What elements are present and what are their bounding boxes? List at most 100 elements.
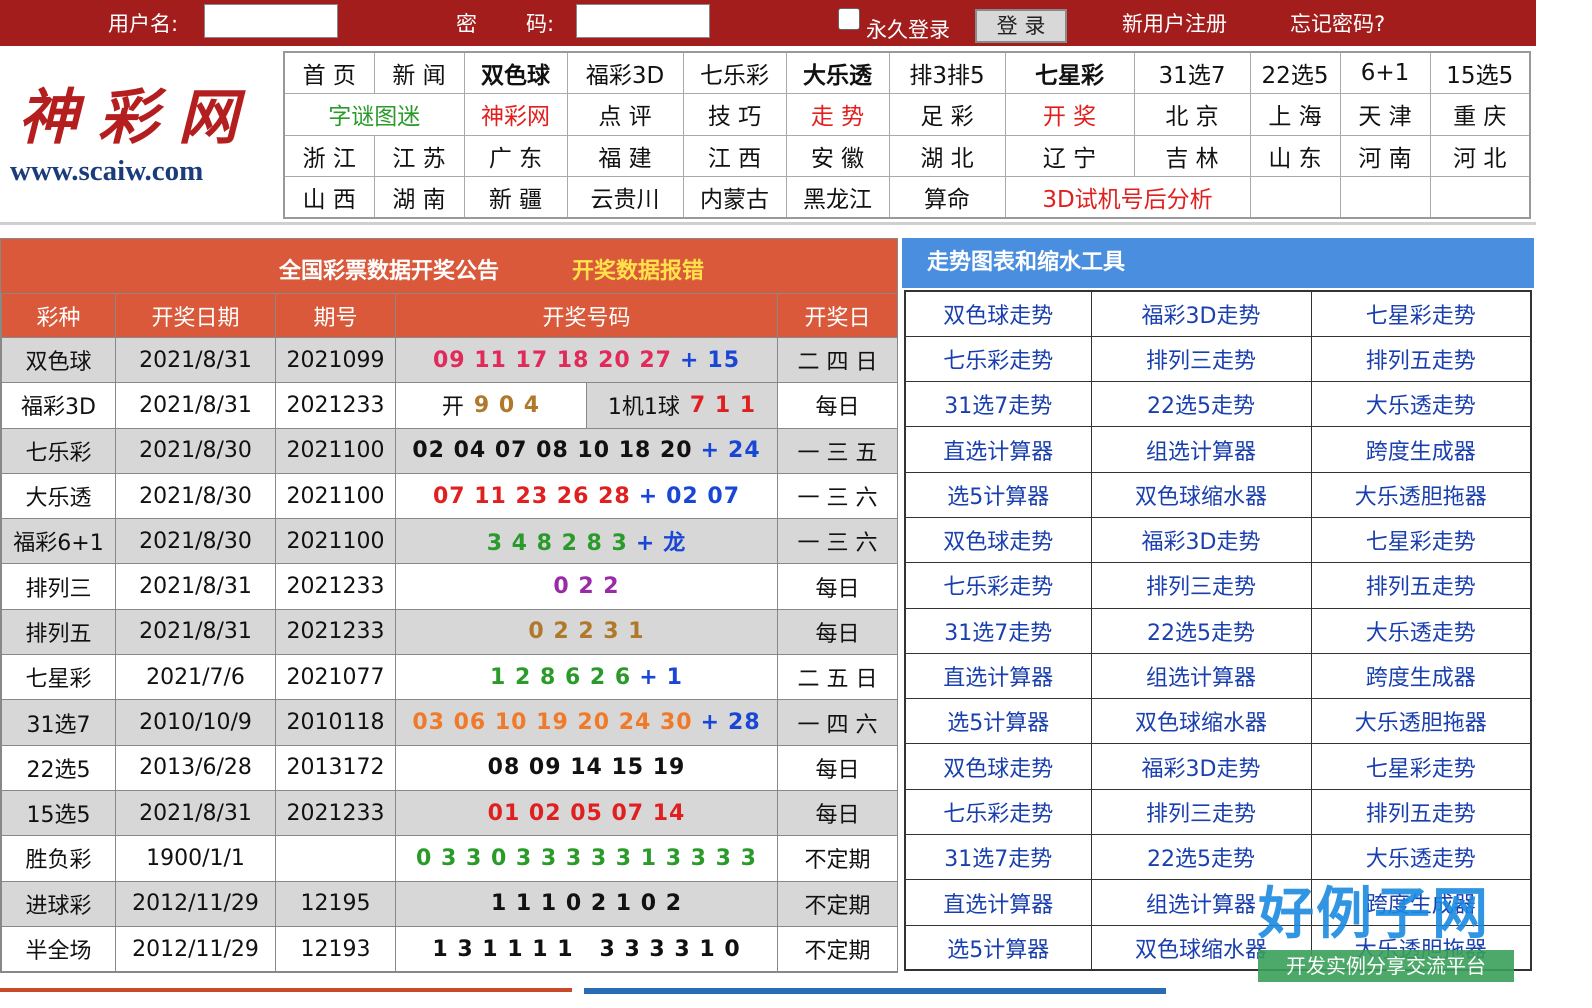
lottery-name[interactable]: 排列五 — [1, 608, 116, 656]
nav-link[interactable]: 云贵川 — [566, 176, 684, 219]
nav-link[interactable]: 技 巧 — [682, 93, 787, 136]
tool-link[interactable]: 直选计算器 — [904, 426, 1092, 473]
tool-link[interactable]: 22选5走势 — [1090, 607, 1312, 654]
tool-link[interactable]: 跨度生成器 — [1310, 426, 1532, 473]
tool-link[interactable]: 22选5走势 — [1090, 834, 1312, 881]
lottery-name[interactable]: 大乐透 — [1, 472, 116, 520]
tool-link[interactable]: 双色球走势 — [904, 290, 1092, 337]
tool-link[interactable]: 大乐透走势 — [1310, 607, 1532, 654]
nav-link[interactable]: 点 评 — [566, 93, 684, 136]
nav-link[interactable]: 湖 南 — [373, 176, 465, 219]
tool-link[interactable]: 七星彩走势 — [1310, 290, 1532, 337]
password-input[interactable] — [576, 4, 710, 38]
tool-link[interactable]: 七乐彩走势 — [904, 335, 1092, 383]
tool-link[interactable]: 排列五走势 — [1310, 562, 1532, 609]
tool-link[interactable]: 22选5走势 — [1090, 381, 1312, 428]
nav-link[interactable]: 广 东 — [463, 134, 568, 177]
nav-link[interactable]: 山 西 — [283, 176, 375, 219]
tool-link[interactable]: 大乐透走势 — [1310, 834, 1532, 881]
tool-link[interactable]: 双色球走势 — [904, 743, 1092, 790]
nav-link[interactable]: 福彩3D — [566, 51, 684, 94]
lottery-name[interactable]: 福彩3D — [1, 382, 116, 429]
nav-link[interactable]: 大乐透 — [785, 51, 890, 94]
tool-link[interactable]: 直选计算器 — [904, 879, 1092, 926]
nav-link[interactable]: 排3排5 — [888, 51, 1006, 94]
tool-link[interactable]: 选5计算器 — [904, 471, 1092, 518]
lottery-name[interactable]: 进球彩 — [1, 880, 116, 927]
nav-link[interactable]: 22选5 — [1249, 51, 1341, 94]
forgot-password-link[interactable]: 忘记密码? — [1290, 8, 1385, 38]
lottery-name[interactable]: 福彩6+1 — [1, 518, 116, 565]
nav-link[interactable]: 内蒙古 — [682, 176, 787, 219]
nav-link[interactable]: 开 奖 — [1004, 93, 1135, 136]
lottery-name[interactable]: 排列三 — [1, 563, 116, 610]
nav-link[interactable]: 福 建 — [566, 134, 684, 177]
lottery-name[interactable]: 31选7 — [1, 699, 116, 746]
nav-link[interactable]: 河 南 — [1339, 134, 1431, 177]
lottery-name[interactable]: 双色球 — [1, 336, 116, 384]
tool-link[interactable]: 双色球走势 — [904, 516, 1092, 564]
nav-link[interactable]: 神彩网 — [463, 93, 568, 136]
nav-link[interactable]: 江 苏 — [373, 134, 465, 177]
nav-link[interactable]: 15选5 — [1429, 51, 1531, 94]
tool-link[interactable]: 大乐透胆拖器 — [1310, 698, 1532, 745]
tool-link[interactable]: 七星彩走势 — [1310, 516, 1532, 564]
tool-link[interactable]: 选5计算器 — [904, 698, 1092, 745]
lottery-name[interactable]: 胜负彩 — [1, 835, 116, 882]
nav-link[interactable]: 吉 林 — [1133, 134, 1251, 177]
tool-link[interactable]: 排列五走势 — [1310, 788, 1532, 836]
nav-link[interactable]: 江 西 — [682, 134, 787, 177]
tool-link[interactable]: 31选7走势 — [904, 607, 1092, 654]
tool-link[interactable]: 双色球缩水器 — [1090, 471, 1312, 518]
nav-link[interactable]: 湖 北 — [888, 134, 1006, 177]
tool-link[interactable]: 福彩3D走势 — [1090, 516, 1312, 564]
tool-link[interactable]: 31选7走势 — [904, 834, 1092, 881]
nav-link[interactable]: 河 北 — [1429, 134, 1531, 177]
tool-link[interactable]: 直选计算器 — [904, 652, 1092, 700]
nav-link[interactable]: 首 页 — [283, 51, 375, 94]
nav-link[interactable]: 黑龙江 — [785, 176, 890, 219]
nav-link[interactable]: 天 津 — [1339, 93, 1431, 136]
nav-link[interactable]: 6+1 — [1339, 51, 1431, 94]
tool-link[interactable]: 排列三走势 — [1090, 335, 1312, 383]
tool-link[interactable]: 七星彩走势 — [1310, 743, 1532, 790]
nav-link[interactable]: 31选7 — [1133, 51, 1251, 94]
lottery-name[interactable]: 七乐彩 — [1, 427, 116, 474]
tool-link[interactable]: 七乐彩走势 — [904, 562, 1092, 609]
tool-link[interactable]: 大乐透走势 — [1310, 381, 1532, 428]
lottery-name[interactable]: 半全场 — [1, 925, 116, 973]
nav-link[interactable]: 浙 江 — [283, 134, 375, 177]
tool-link[interactable]: 排列三走势 — [1090, 788, 1312, 836]
nav-link[interactable]: 新 闻 — [373, 51, 465, 94]
site-logo[interactable]: 神彩网 www.scaiw.com — [10, 82, 272, 188]
nav-link[interactable]: 字谜图迷 — [283, 93, 465, 136]
tool-link[interactable]: 组选计算器 — [1090, 652, 1312, 700]
tool-link[interactable]: 组选计算器 — [1090, 426, 1312, 473]
report-error-link[interactable]: 开奖数据报错 — [572, 253, 704, 285]
tool-link[interactable]: 大乐透胆拖器 — [1310, 471, 1532, 518]
nav-link[interactable]: 足 彩 — [888, 93, 1006, 136]
nav-link[interactable]: 山 东 — [1249, 134, 1341, 177]
tool-link[interactable]: 双色球缩水器 — [1090, 698, 1312, 745]
tool-link[interactable]: 31选7走势 — [904, 381, 1092, 428]
nav-link[interactable]: 辽 宁 — [1004, 134, 1135, 177]
nav-link[interactable]: 双色球 — [463, 51, 568, 94]
tool-link[interactable]: 福彩3D走势 — [1090, 743, 1312, 790]
nav-link[interactable]: 新 疆 — [463, 176, 568, 219]
nav-link[interactable]: 算命 — [888, 176, 1006, 219]
lottery-name[interactable]: 15选5 — [1, 789, 116, 837]
nav-link[interactable]: 重 庆 — [1429, 93, 1531, 136]
tool-link[interactable]: 排列三走势 — [1090, 562, 1312, 609]
nav-link[interactable]: 上 海 — [1249, 93, 1341, 136]
login-button[interactable]: 登 录 — [975, 9, 1067, 43]
tool-link[interactable]: 七乐彩走势 — [904, 788, 1092, 836]
tool-link[interactable]: 跨度生成器 — [1310, 652, 1532, 700]
lottery-name[interactable]: 七星彩 — [1, 654, 116, 701]
tool-link[interactable]: 排列五走势 — [1310, 335, 1532, 383]
nav-link[interactable]: 七星彩 — [1004, 51, 1135, 94]
nav-link[interactable]: 七乐彩 — [682, 51, 787, 94]
nav-link[interactable]: 走 势 — [785, 93, 890, 136]
tool-link[interactable]: 福彩3D走势 — [1090, 290, 1312, 337]
nav-link[interactable]: 北 京 — [1133, 93, 1251, 136]
tool-link[interactable]: 选5计算器 — [904, 924, 1092, 971]
